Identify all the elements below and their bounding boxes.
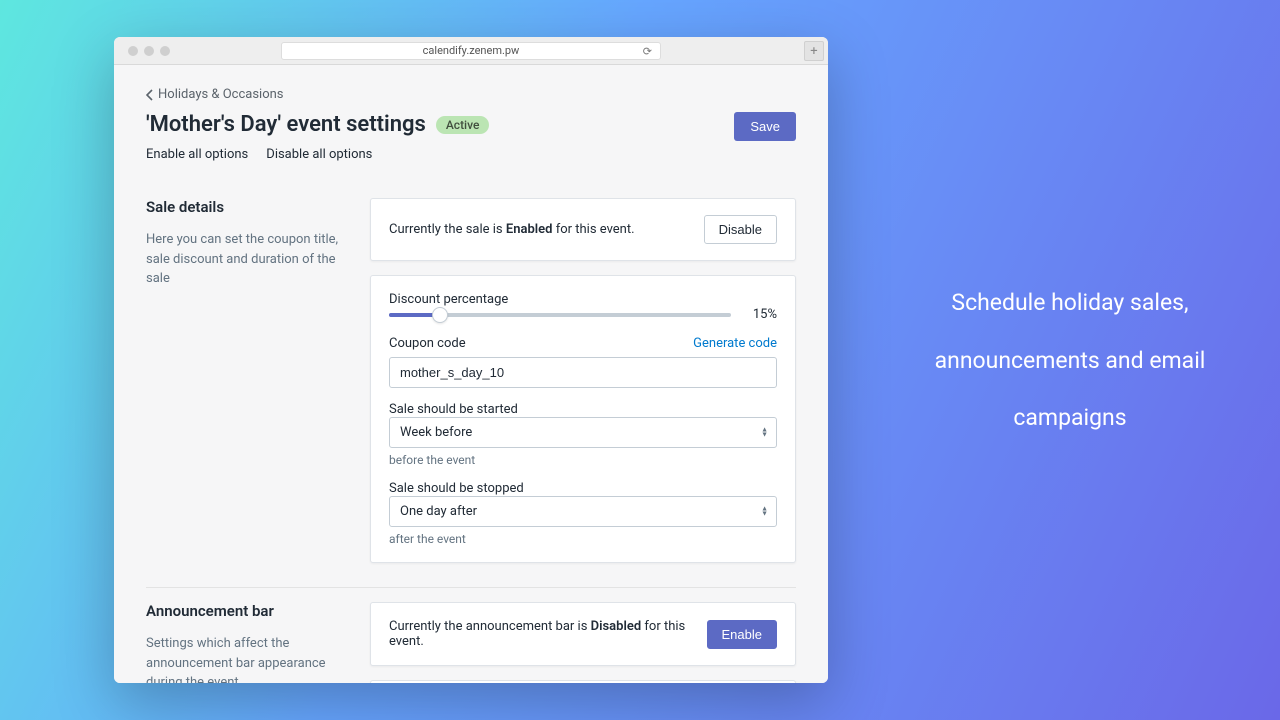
disable-sale-button[interactable]: Disable bbox=[704, 215, 777, 244]
start-select[interactable]: Week before ▲▼ bbox=[389, 417, 777, 448]
announcement-section-title: Announcement bar bbox=[146, 602, 346, 620]
discount-value: 15% bbox=[745, 307, 777, 322]
page-title: 'Mother's Day' event settings bbox=[146, 112, 426, 137]
start-label: Sale should be started bbox=[389, 402, 777, 417]
status-badge: Active bbox=[436, 116, 490, 134]
new-tab-button[interactable]: + bbox=[804, 41, 824, 61]
discount-label: Discount percentage bbox=[389, 292, 777, 307]
chevron-left-icon bbox=[146, 89, 154, 101]
coupon-input[interactable] bbox=[389, 357, 777, 388]
quick-actions: Enable all options Disable all options bbox=[146, 147, 796, 162]
announcement-form-card: Announcement bar text When to start show… bbox=[370, 680, 796, 683]
generate-code-link[interactable]: Generate code bbox=[693, 336, 777, 351]
section-announcement: Announcement bar Settings which affect t… bbox=[146, 588, 796, 683]
announcement-status-text: Currently the announcement bar is Disabl… bbox=[389, 619, 707, 649]
announcement-status-card: Currently the announcement bar is Disabl… bbox=[370, 602, 796, 666]
sale-status-card: Currently the sale is Enabled for this e… bbox=[370, 198, 796, 261]
sale-form-card: Discount percentage 15% Coupon code bbox=[370, 275, 796, 563]
sale-status-text: Currently the sale is Enabled for this e… bbox=[389, 222, 635, 237]
breadcrumb[interactable]: Holidays & Occasions bbox=[146, 87, 796, 102]
address-bar[interactable]: calendify.zenem.pw ⟳ bbox=[281, 42, 661, 60]
title-bar: 'Mother's Day' event settings Active Sav… bbox=[146, 112, 796, 141]
promo-text: Schedule holiday sales, announcements an… bbox=[920, 274, 1220, 447]
browser-window: calendify.zenem.pw ⟳ + Holidays & Occasi… bbox=[114, 37, 828, 683]
chevron-updown-icon: ▲▼ bbox=[761, 427, 768, 438]
save-button[interactable]: Save bbox=[734, 112, 796, 141]
browser-chrome: calendify.zenem.pw ⟳ + bbox=[114, 37, 828, 65]
stop-select[interactable]: One day after ▲▼ bbox=[389, 496, 777, 527]
stop-helper: after the event bbox=[389, 532, 777, 546]
reload-icon[interactable]: ⟳ bbox=[643, 45, 652, 58]
sale-section-desc: Here you can set the coupon title, sale … bbox=[146, 230, 346, 289]
discount-slider[interactable] bbox=[389, 313, 731, 317]
start-helper: before the event bbox=[389, 453, 777, 467]
disable-all-link[interactable]: Disable all options bbox=[266, 147, 372, 162]
stop-label: Sale should be stopped bbox=[389, 481, 777, 496]
enable-all-link[interactable]: Enable all options bbox=[146, 147, 248, 162]
announcement-section-desc: Settings which affect the announcement b… bbox=[146, 634, 346, 683]
enable-announcement-button[interactable]: Enable bbox=[707, 620, 777, 649]
sale-section-title: Sale details bbox=[146, 198, 346, 216]
app-content: Holidays & Occasions 'Mother's Day' even… bbox=[114, 65, 828, 683]
chevron-updown-icon: ▲▼ bbox=[761, 506, 768, 517]
breadcrumb-label: Holidays & Occasions bbox=[158, 87, 284, 102]
section-sale: Sale details Here you can set the coupon… bbox=[146, 184, 796, 588]
coupon-label: Coupon code bbox=[389, 336, 466, 351]
url-text: calendify.zenem.pw bbox=[423, 44, 520, 57]
traffic-lights[interactable] bbox=[114, 46, 170, 56]
